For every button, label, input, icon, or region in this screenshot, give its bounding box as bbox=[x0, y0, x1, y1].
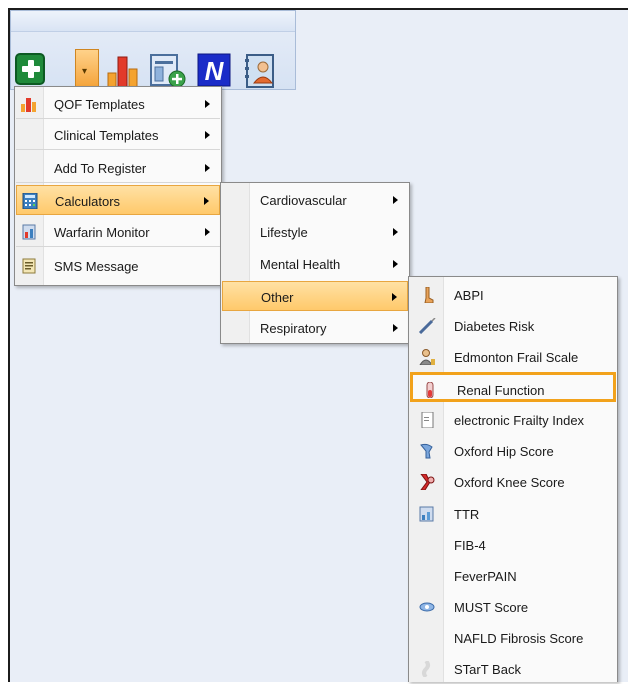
menu-item-label: Lifestyle bbox=[260, 225, 308, 240]
menu-item-label: FeverPAIN bbox=[454, 569, 517, 584]
calculator-icon bbox=[22, 193, 38, 209]
menu-item-abpi[interactable]: ABPI bbox=[410, 280, 616, 310]
menu-item-lifestyle[interactable]: Lifestyle bbox=[222, 217, 408, 247]
menu-item-cardiovascular[interactable]: Cardiovascular bbox=[222, 185, 408, 215]
toolbar-top-band bbox=[11, 11, 295, 32]
test-tube-icon bbox=[426, 382, 434, 398]
menu-item-respiratory[interactable]: Respiratory bbox=[222, 313, 408, 343]
menu-item-label: Warfarin Monitor bbox=[54, 225, 150, 240]
toolbar: ▾ N bbox=[10, 10, 296, 90]
menu-item-label: Mental Health bbox=[260, 257, 341, 272]
svg-text:N: N bbox=[205, 56, 225, 86]
menu-item-must-score[interactable]: MUST Score bbox=[410, 592, 616, 622]
menu-item-mental-health[interactable]: Mental Health bbox=[222, 249, 408, 279]
must-icon bbox=[419, 602, 435, 612]
menu-item-nafld-fibrosis-score[interactable]: NAFLD Fibrosis Score bbox=[410, 623, 616, 653]
other-submenu: ABPI Diabetes Risk Edmonton Frail Scale … bbox=[408, 276, 618, 682]
menu-item-label: QOF Templates bbox=[54, 97, 145, 112]
green-plus-icon bbox=[22, 60, 40, 78]
qof-toolbar-button[interactable] bbox=[105, 53, 141, 89]
menu-item-label: Edmonton Frail Scale bbox=[454, 350, 579, 365]
knee-icon bbox=[420, 474, 435, 490]
submenu-arrow-icon bbox=[205, 131, 210, 139]
menu-item-label: MUST Score bbox=[454, 600, 529, 615]
menu-item-add-to-register[interactable]: Add To Register bbox=[16, 153, 220, 183]
warfarin-icon bbox=[22, 224, 36, 240]
dropdown-button[interactable]: ▾ bbox=[75, 49, 99, 89]
calculators-submenu: Cardiovascular Lifestyle Mental Health O… bbox=[220, 182, 410, 344]
menu-item-sms-message[interactable]: SMS Message bbox=[16, 251, 220, 281]
submenu-arrow-icon bbox=[392, 293, 397, 301]
menu-item-label: Diabetes Risk bbox=[454, 319, 535, 334]
menu-item-label: Oxford Knee Score bbox=[454, 475, 565, 490]
spine-icon bbox=[422, 661, 430, 677]
menu-item-label: FIB-4 bbox=[454, 538, 486, 553]
menu-item-label: TTR bbox=[454, 507, 480, 522]
dropdown-arrow-icon: ▾ bbox=[82, 66, 88, 77]
submenu-arrow-icon bbox=[393, 260, 398, 268]
submenu-arrow-icon bbox=[393, 324, 398, 332]
menu-item-label: Respiratory bbox=[260, 321, 327, 336]
submenu-arrow-icon bbox=[204, 197, 209, 205]
syringe-icon bbox=[418, 318, 436, 334]
contacts-toolbar-button[interactable] bbox=[243, 53, 279, 89]
menu-item-label: Cardiovascular bbox=[260, 193, 347, 208]
menu-item-renal-function[interactable]: Renal Function bbox=[410, 372, 616, 402]
menu-item-electronic-frailty-index[interactable]: electronic Frailty Index bbox=[410, 405, 616, 435]
menu-item-label: Calculators bbox=[55, 194, 121, 209]
menu-item-label: Oxford Hip Score bbox=[454, 444, 554, 459]
menu-item-start-back[interactable]: STarT Back bbox=[410, 654, 616, 684]
submenu-arrow-icon bbox=[205, 164, 210, 172]
menu-item-label: electronic Frailty Index bbox=[454, 413, 585, 428]
menu-item-label: Renal Function bbox=[457, 383, 545, 398]
menu-item-qof-templates[interactable]: QOF Templates bbox=[16, 89, 220, 119]
menu-item-label: STarT Back bbox=[454, 662, 521, 677]
menu-item-clinical-templates[interactable]: Clinical Templates bbox=[16, 120, 220, 150]
menu-item-label: Add To Register bbox=[54, 161, 147, 176]
menu-item-warfarin-monitor[interactable]: Warfarin Monitor bbox=[16, 217, 220, 247]
submenu-arrow-icon bbox=[393, 196, 398, 204]
menu-item-label: Other bbox=[261, 290, 294, 305]
template-toolbar-button[interactable] bbox=[149, 53, 187, 89]
menu-item-label: SMS Message bbox=[54, 259, 139, 274]
menu-item-oxford-knee-score[interactable]: Oxford Knee Score bbox=[410, 467, 616, 497]
n-toolbar-button[interactable]: N bbox=[197, 53, 231, 89]
menu-item-oxford-hip-score[interactable]: Oxford Hip Score bbox=[410, 436, 616, 466]
menu-item-feverpain[interactable]: FeverPAIN bbox=[410, 561, 616, 591]
menu-item-other[interactable]: Other bbox=[222, 281, 408, 311]
address-book-icon bbox=[245, 54, 274, 88]
menu-item-label: NAFLD Fibrosis Score bbox=[454, 631, 584, 646]
menu-item-calculators[interactable]: Calculators bbox=[16, 185, 220, 215]
ttr-icon bbox=[419, 506, 434, 522]
sms-icon bbox=[22, 258, 36, 274]
menu-item-diabetes-risk[interactable]: Diabetes Risk bbox=[410, 311, 616, 341]
submenu-arrow-icon bbox=[393, 228, 398, 236]
submenu-arrow-icon bbox=[205, 228, 210, 236]
n-logo-icon: N bbox=[197, 53, 231, 87]
menu-item-ttr[interactable]: TTR bbox=[410, 499, 616, 529]
hip-icon bbox=[420, 443, 433, 459]
menu-item-fib-4[interactable]: FIB-4 bbox=[410, 530, 616, 560]
submenu-arrow-icon bbox=[205, 100, 210, 108]
leg-icon bbox=[424, 287, 434, 303]
main-dropdown-menu: QOF Templates Clinical Templates Add To … bbox=[14, 86, 222, 286]
menu-item-edmonton-frail-scale[interactable]: Edmonton Frail Scale bbox=[410, 342, 616, 372]
bar-chart-icon bbox=[106, 56, 140, 88]
menu-item-label: ABPI bbox=[454, 288, 484, 303]
bar-chart-icon bbox=[21, 98, 36, 112]
elderly-person-icon bbox=[419, 349, 435, 365]
form-add-icon bbox=[150, 54, 186, 88]
document-icon bbox=[421, 412, 434, 428]
menu-item-label: Clinical Templates bbox=[54, 128, 159, 143]
add-consultation-button[interactable] bbox=[15, 53, 45, 85]
